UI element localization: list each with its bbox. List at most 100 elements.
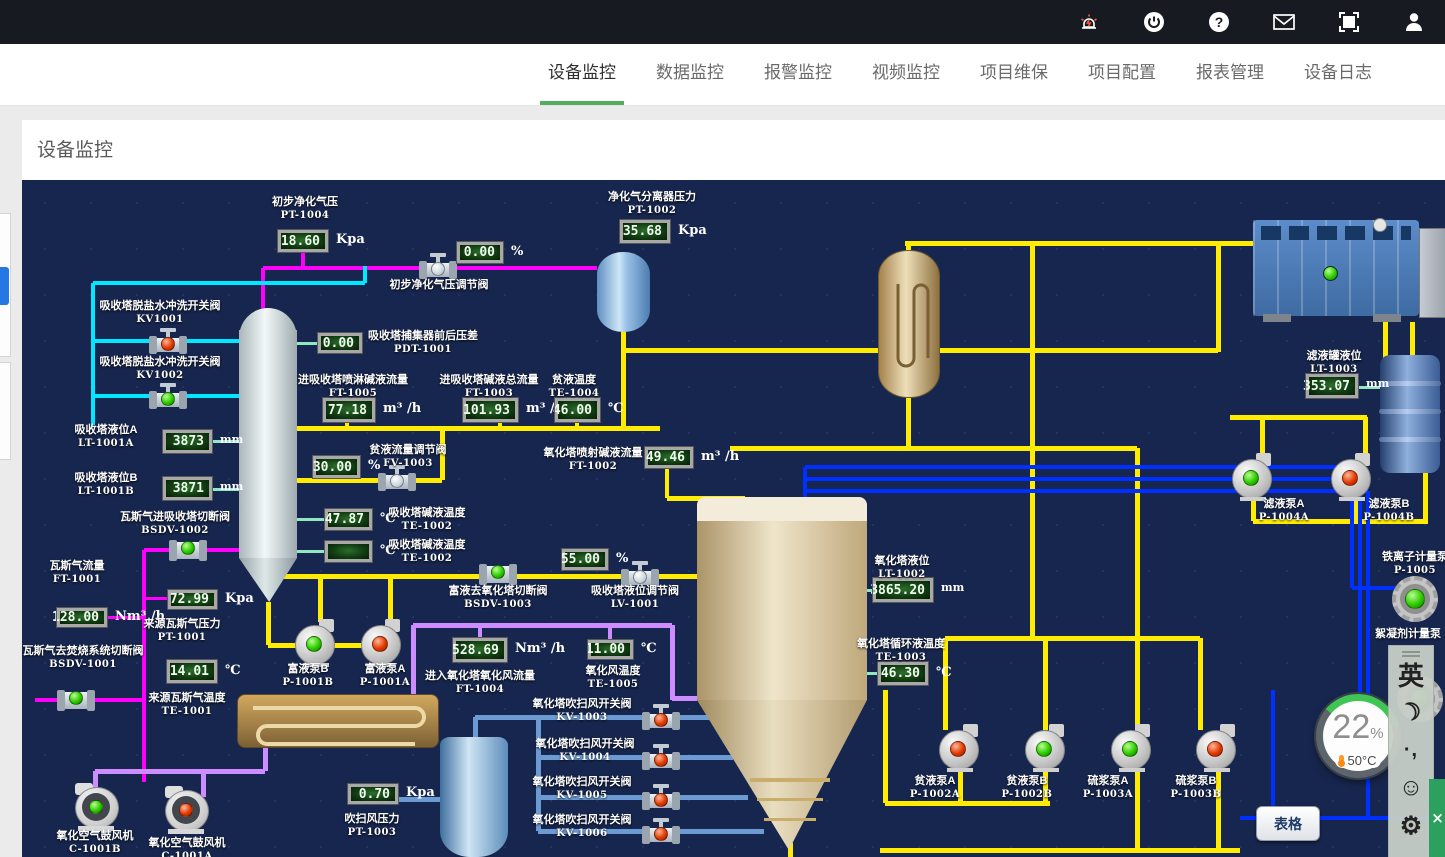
value-display: 77.18 bbox=[323, 398, 375, 422]
pipe-segment bbox=[665, 468, 669, 498]
pipe-segment bbox=[730, 446, 1137, 451]
pipe-segment bbox=[297, 426, 660, 431]
pipe-segment bbox=[388, 576, 393, 622]
ime-gear-icon[interactable]: ⚙ bbox=[1400, 807, 1422, 845]
vessel-melter[interactable] bbox=[237, 694, 439, 748]
pump-green[interactable] bbox=[1023, 724, 1069, 772]
help-icon[interactable]: ? bbox=[1206, 9, 1232, 35]
valve-kv-green[interactable] bbox=[149, 383, 187, 410]
pump-green[interactable] bbox=[293, 619, 339, 667]
pump-red[interactable] bbox=[1329, 453, 1375, 501]
tab-8[interactable]: 设备日志 bbox=[1288, 44, 1388, 105]
valve-kv-red[interactable] bbox=[642, 704, 680, 731]
mail-icon[interactable] bbox=[1271, 9, 1297, 35]
pipe-segment bbox=[803, 467, 807, 500]
gauge-temperature: 50°C bbox=[1347, 753, 1376, 768]
pump-green[interactable] bbox=[1230, 453, 1276, 501]
pipe-segment bbox=[1230, 415, 1367, 420]
pipe-segment bbox=[883, 690, 888, 803]
pipe-segment bbox=[1423, 472, 1428, 521]
vessel-drum[interactable] bbox=[1380, 355, 1440, 473]
ime-punctuation-icon[interactable]: ·, bbox=[1404, 731, 1418, 769]
instrument-label: 硫浆泵BP-1003B bbox=[1171, 775, 1222, 801]
tab-1[interactable]: 设备监控 bbox=[532, 44, 632, 105]
tab-6[interactable]: 项目配置 bbox=[1072, 44, 1172, 105]
instrument-label: 吸收塔液位ALT-1001A bbox=[75, 424, 138, 450]
vessel-bvessel[interactable] bbox=[440, 737, 508, 857]
tab-5[interactable]: 项目维保 bbox=[964, 44, 1064, 105]
instrument-label: 吸收塔液位BLT-1001B bbox=[75, 472, 138, 498]
valve-ball-green[interactable] bbox=[57, 687, 95, 714]
tab-3[interactable]: 报警监控 bbox=[748, 44, 848, 105]
valve-kv-red[interactable] bbox=[642, 818, 680, 845]
table-button-label: 表格 bbox=[1274, 814, 1302, 834]
instrument-label: 氧化塔吹扫风开关阀KV-1005 bbox=[533, 776, 632, 802]
value-display: 101.93 bbox=[463, 398, 518, 422]
ime-drag-handle[interactable] bbox=[1402, 651, 1420, 653]
pipe-segment bbox=[413, 623, 672, 628]
instrument-label: 铁离子计量泵P-1005 bbox=[1382, 551, 1445, 577]
gauge-percent: 22 bbox=[1332, 708, 1370, 746]
value-display: 128.00 bbox=[57, 608, 107, 627]
value-display: 47.87 bbox=[325, 509, 372, 530]
instrument-label: 瓦斯气进吸收塔切断阀BSDV-1002 bbox=[120, 511, 230, 537]
pipe-segment bbox=[880, 848, 1240, 853]
ime-language-icon[interactable]: 英 bbox=[1398, 655, 1424, 693]
pump-green[interactable] bbox=[1109, 724, 1155, 772]
instrument-label: 净化气分离器压力PT-1002 bbox=[608, 191, 696, 217]
vessel-machine[interactable] bbox=[1253, 214, 1445, 322]
blower-red[interactable] bbox=[163, 786, 209, 834]
valve-ball-green[interactable] bbox=[479, 561, 517, 588]
valve-ball-green[interactable] bbox=[169, 537, 207, 564]
left-panel-handle[interactable] bbox=[0, 267, 9, 305]
instrument-label: 富液泵AP-1001A bbox=[360, 663, 410, 689]
tab-4[interactable]: 视频监控 bbox=[856, 44, 956, 105]
vessel-absorber[interactable] bbox=[239, 308, 297, 602]
value-display: 3865.20 bbox=[873, 578, 933, 602]
instrument-label: 吸收塔液位调节阀LV-1001 bbox=[591, 585, 679, 611]
user-icon[interactable] bbox=[1401, 9, 1427, 35]
value-display: 11.00 bbox=[588, 640, 633, 659]
pump-red[interactable] bbox=[1194, 724, 1240, 772]
vessel-separator[interactable] bbox=[597, 252, 650, 332]
pipe-segment bbox=[1135, 766, 1140, 850]
valve-kv-red[interactable] bbox=[642, 744, 680, 771]
alarm-beacon-icon[interactable] bbox=[1076, 9, 1102, 35]
instrument-label: 进入氧化塔氧化风流量FT-1004 bbox=[425, 670, 535, 696]
page-title: 设备监控 bbox=[37, 135, 113, 162]
value-display: 18.60 bbox=[278, 230, 328, 252]
value-display: 72.99 bbox=[168, 590, 217, 609]
blower-green[interactable] bbox=[73, 783, 119, 831]
ime-moon-icon[interactable]: ☽ bbox=[1394, 690, 1427, 733]
pipe-segment bbox=[608, 625, 612, 640]
value-display: 3871 bbox=[163, 477, 212, 500]
vessel-oxtower[interactable] bbox=[697, 497, 867, 850]
expand-arrows-icon[interactable]: × bbox=[1429, 779, 1445, 857]
pipe-segment bbox=[885, 801, 1050, 806]
value-display: 35.68 bbox=[620, 220, 670, 243]
valve-ctrl[interactable] bbox=[419, 253, 457, 280]
valve-kv-red[interactable] bbox=[642, 784, 680, 811]
pump-green[interactable] bbox=[1392, 576, 1438, 624]
instrument-label: 吸收塔脱盐水冲洗开关阀KV1001 bbox=[100, 300, 221, 326]
fullscreen-icon[interactable] bbox=[1336, 9, 1362, 35]
valve-kv-red[interactable] bbox=[149, 328, 187, 355]
power-icon[interactable] bbox=[1141, 9, 1167, 35]
value-display: 3873 bbox=[163, 430, 212, 453]
ime-smiley-icon[interactable]: ☺ bbox=[1399, 769, 1424, 807]
value-display: 46.00 bbox=[555, 398, 600, 422]
pump-red[interactable] bbox=[359, 619, 405, 667]
pipe-segment bbox=[866, 672, 878, 675]
value-display: 30.00 bbox=[313, 456, 360, 478]
tab-2[interactable]: 数据监控 bbox=[640, 44, 740, 105]
vessel-hx[interactable] bbox=[878, 250, 940, 398]
instrument-label: 滤液泵AP-1004A bbox=[1259, 498, 1309, 524]
pump-red[interactable] bbox=[937, 724, 983, 772]
pipe-segment bbox=[1271, 690, 1275, 806]
table-button[interactable]: 表格 bbox=[1256, 806, 1320, 841]
pipe-segment bbox=[363, 266, 367, 283]
tab-7[interactable]: 报表管理 bbox=[1180, 44, 1280, 105]
instrument-label: 吸收塔脱盐水冲洗开关阀KV1002 bbox=[100, 356, 221, 382]
top-bar: ? bbox=[0, 0, 1445, 44]
left-panel-fragment[interactable] bbox=[0, 362, 11, 460]
